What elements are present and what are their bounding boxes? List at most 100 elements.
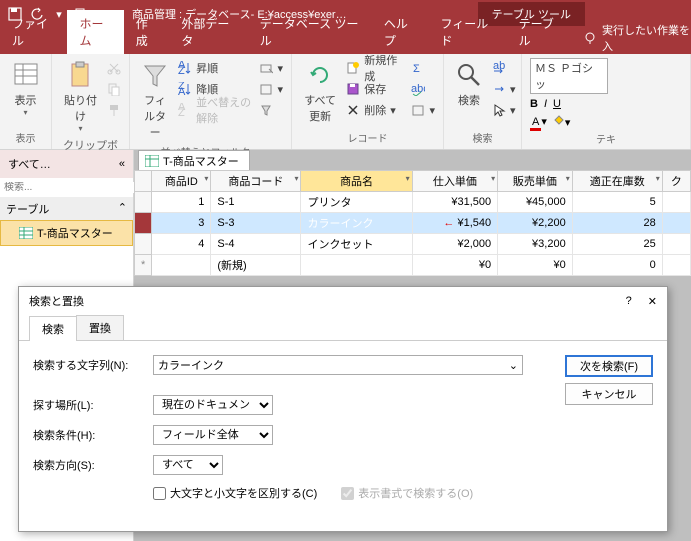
cell-price[interactable]: ¥3,200 bbox=[498, 234, 573, 255]
select-all-cell[interactable] bbox=[135, 171, 152, 192]
replace-button[interactable]: ab bbox=[492, 58, 516, 78]
new-record-button[interactable]: 新規作成 bbox=[346, 58, 405, 78]
table-row[interactable]: 3 S-3 カラーインク ← ¥1,540 ¥2,200 28 bbox=[135, 213, 691, 234]
advanced-filter-button[interactable]: ▾ bbox=[259, 79, 283, 99]
cancel-button[interactable]: キャンセル bbox=[565, 383, 653, 405]
filter-button[interactable]: フィルター bbox=[138, 58, 172, 142]
nav-collapse-icon[interactable]: « bbox=[119, 158, 125, 170]
cell-cost[interactable]: ¥2,000 bbox=[412, 234, 497, 255]
toggle-filter-button[interactable] bbox=[259, 100, 283, 120]
svg-text:ab: ab bbox=[493, 61, 505, 72]
col-cost[interactable]: 仕入単価▾ bbox=[412, 171, 497, 192]
tab-fields[interactable]: フィールド bbox=[429, 10, 507, 54]
clipboard-icon bbox=[66, 60, 96, 90]
cell-stock[interactable]: 28 bbox=[572, 213, 662, 234]
row-selector[interactable]: * bbox=[135, 255, 152, 276]
find-next-button[interactable]: 次を検索(F) bbox=[565, 355, 653, 377]
chk-matchcase[interactable]: 大文字と小文字を区別する(C) bbox=[153, 485, 317, 501]
svg-text:A: A bbox=[178, 86, 186, 96]
goto-button[interactable]: ▾ bbox=[492, 79, 516, 99]
lbl-findwhat: 検索する文字列(N): bbox=[33, 357, 141, 373]
cell-name[interactable]: カラーインク bbox=[301, 213, 412, 234]
fill-color-button[interactable]: ▾ bbox=[553, 114, 571, 129]
tab-help[interactable]: ヘルプ bbox=[372, 10, 429, 54]
cell-cost[interactable]: ¥31,500 bbox=[412, 192, 497, 213]
italic-button[interactable]: I bbox=[544, 98, 547, 110]
row-selector[interactable] bbox=[135, 192, 152, 213]
tab-file[interactable]: ファイル bbox=[0, 10, 67, 54]
cell-cost[interactable]: ← ¥1,540 bbox=[412, 213, 497, 234]
col-extra[interactable]: ク bbox=[662, 171, 690, 192]
datasheet-view-icon bbox=[11, 60, 41, 90]
table-row[interactable]: 4 S-4 インクセット ¥2,000 ¥3,200 25 bbox=[135, 234, 691, 255]
dialog-close-button[interactable]: ✕ bbox=[648, 295, 657, 308]
save-record-button[interactable]: 保存 bbox=[346, 79, 405, 99]
delete-record-button[interactable]: 削除 ▾ bbox=[346, 100, 405, 120]
nav-category[interactable]: テーブル bbox=[6, 201, 49, 217]
cell-code[interactable]: S-1 bbox=[211, 192, 301, 213]
col-stock[interactable]: 適正在庫数▾ bbox=[572, 171, 662, 192]
col-price[interactable]: 販売単価▾ bbox=[498, 171, 573, 192]
col-id[interactable]: 商品ID▾ bbox=[152, 171, 211, 192]
font-color-button[interactable]: A▾ bbox=[530, 115, 547, 128]
spellcheck-button[interactable]: abc bbox=[411, 79, 435, 99]
totals-button[interactable]: Σ bbox=[411, 58, 435, 78]
table-row[interactable]: 1 S-1 プリンタ ¥31,500 ¥45,000 5 bbox=[135, 192, 691, 213]
row-selector[interactable] bbox=[135, 234, 152, 255]
chk-format: 表示書式で検索する(O) bbox=[341, 485, 473, 501]
row-selector[interactable] bbox=[135, 213, 152, 234]
format-painter-button bbox=[107, 100, 121, 120]
cell-price[interactable]: ¥2,200 bbox=[498, 213, 573, 234]
more-records-button[interactable]: ▾ bbox=[411, 100, 435, 120]
nav-title: すべて… bbox=[8, 156, 51, 172]
copy-button bbox=[107, 79, 121, 99]
cell-name[interactable]: インクセット bbox=[301, 234, 412, 255]
tab-dbtools[interactable]: データベース ツール bbox=[248, 10, 372, 54]
cell-code[interactable]: S-3 bbox=[211, 213, 301, 234]
sort-asc-button[interactable]: AZ昇順 bbox=[178, 58, 253, 78]
selection-filter-button[interactable]: ▾ bbox=[259, 58, 283, 78]
cell-extra[interactable] bbox=[662, 192, 690, 213]
cell-stock[interactable]: 25 bbox=[572, 234, 662, 255]
datasheet-tab[interactable]: T-商品マスター bbox=[138, 150, 250, 171]
table-icon bbox=[145, 155, 159, 167]
dialog-help-button[interactable]: ? bbox=[626, 295, 632, 308]
cell-stock[interactable]: 5 bbox=[572, 192, 662, 213]
nav-search-input[interactable] bbox=[4, 182, 136, 193]
tab-find[interactable]: 検索 bbox=[29, 316, 77, 341]
underline-button[interactable]: U bbox=[553, 98, 561, 110]
new-row[interactable]: * (新規) ¥0 ¥0 0 bbox=[135, 255, 691, 276]
cell-price[interactable]: ¥45,000 bbox=[498, 192, 573, 213]
refresh-icon bbox=[305, 60, 335, 90]
nav-item-table[interactable]: T-商品マスター bbox=[0, 220, 133, 246]
select-button[interactable]: ▾ bbox=[492, 100, 516, 120]
cut-button bbox=[107, 58, 121, 78]
find-button[interactable]: 検索 bbox=[452, 58, 486, 110]
view-button[interactable]: 表示 ▾ bbox=[8, 58, 43, 119]
cell-id[interactable]: 3 bbox=[152, 213, 211, 234]
cell-extra[interactable] bbox=[662, 234, 690, 255]
findwhat-combo[interactable]: カラーインク⌄ bbox=[153, 355, 523, 375]
tab-create[interactable]: 作成 bbox=[124, 10, 170, 54]
tab-replace[interactable]: 置換 bbox=[76, 315, 124, 340]
font-name-combo[interactable]: ＭＳ Ｐゴシッ bbox=[530, 58, 608, 94]
tab-external[interactable]: 外部データ bbox=[169, 10, 247, 54]
collapse-cat-icon[interactable]: ⌃ bbox=[118, 201, 127, 217]
cell-name[interactable]: プリンタ bbox=[301, 192, 412, 213]
col-code[interactable]: 商品コード▾ bbox=[211, 171, 301, 192]
refresh-all-button[interactable]: すべて 更新 bbox=[300, 58, 340, 126]
paste-button[interactable]: 貼り付け ▾ bbox=[60, 58, 101, 135]
lookin-select[interactable]: 現在のドキュメント bbox=[153, 395, 273, 415]
match-select[interactable]: フィールド全体 bbox=[153, 425, 273, 445]
direction-select[interactable]: すべて bbox=[153, 455, 223, 475]
cell-code[interactable]: S-4 bbox=[211, 234, 301, 255]
svg-text:Σ: Σ bbox=[413, 63, 420, 75]
bold-button[interactable]: B bbox=[530, 98, 538, 110]
cell-id[interactable]: 1 bbox=[152, 192, 211, 213]
tab-home[interactable]: ホーム bbox=[67, 10, 123, 54]
col-name[interactable]: 商品名▾ bbox=[301, 171, 412, 192]
tellme[interactable]: 実行したい作業を入 bbox=[583, 22, 691, 54]
tab-table[interactable]: テーブル bbox=[507, 10, 574, 54]
cell-id[interactable]: 4 bbox=[152, 234, 211, 255]
cell-extra[interactable] bbox=[662, 213, 690, 234]
